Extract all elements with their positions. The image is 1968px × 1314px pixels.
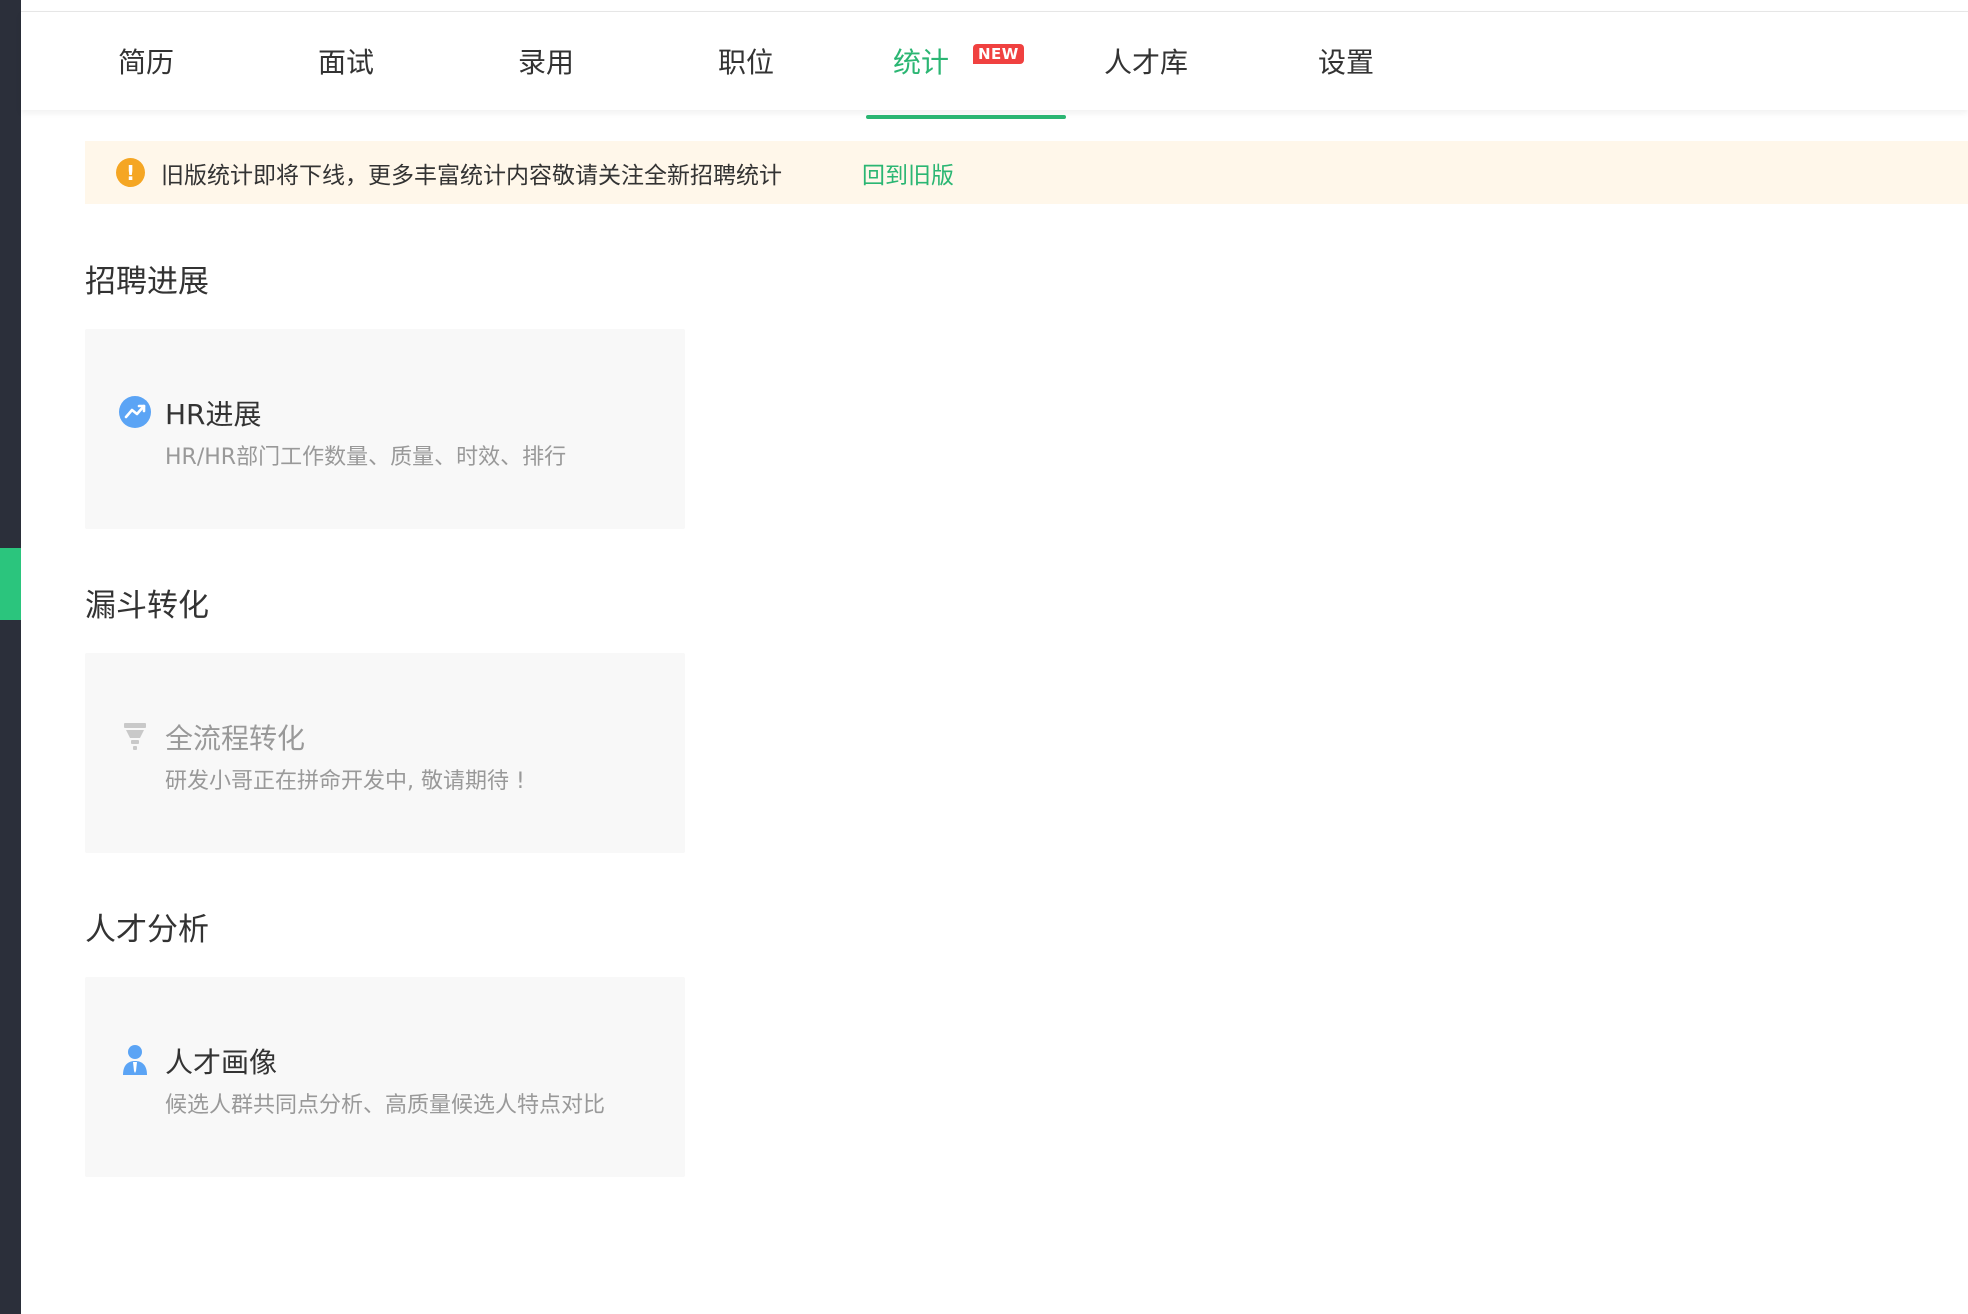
card-title: HR进展 xyxy=(165,398,262,431)
card-talent-profile[interactable]: 人才画像 候选人群共同点分析、高质量候选人特点对比 xyxy=(85,977,685,1177)
new-badge: NEW xyxy=(973,44,1024,64)
funnel-icon xyxy=(124,723,146,750)
left-rail xyxy=(0,0,21,1314)
card-desc: 研发小哥正在拼命开发中, 敬请期待 ! xyxy=(165,769,525,794)
person-icon xyxy=(123,1045,147,1075)
section-title-talent-analysis: 人才分析 xyxy=(85,912,209,948)
tab-resume[interactable]: 简历 xyxy=(118,12,174,110)
card-desc: HR/HR部门工作数量、质量、时效、排行 xyxy=(165,445,567,470)
tab-talent-pool[interactable]: 人才库 xyxy=(1104,12,1188,110)
tab-interview[interactable]: 面试 xyxy=(318,12,374,110)
tab-statistics[interactable]: 统计 xyxy=(893,12,949,110)
active-tab-underline xyxy=(866,115,1066,119)
section-title-funnel-conversion: 漏斗转化 xyxy=(85,588,209,624)
card-full-process-conversion[interactable]: 全流程转化 研发小哥正在拼命开发中, 敬请期待 ! xyxy=(85,653,685,853)
tab-hire[interactable]: 录用 xyxy=(518,12,574,110)
top-nav: 简历 面试 录用 职位 统计 NEW 人才库 设置 xyxy=(21,12,1968,119)
back-to-old-version-link[interactable]: 回到旧版 xyxy=(862,156,954,190)
tab-settings[interactable]: 设置 xyxy=(1318,12,1374,110)
card-title: 全流程转化 xyxy=(165,722,306,755)
warning-icon: ! xyxy=(116,158,145,187)
card-desc: 候选人群共同点分析、高质量候选人特点对比 xyxy=(165,1093,606,1118)
section-title-recruit-progress: 招聘进展 xyxy=(85,264,209,300)
notice-text: 旧版统计即将下线，更多丰富统计内容敬请关注全新招聘统计 xyxy=(161,162,782,189)
tab-position[interactable]: 职位 xyxy=(718,12,774,110)
card-hr-progress[interactable]: HR进展 HR/HR部门工作数量、质量、时效、排行 xyxy=(85,329,685,529)
left-rail-active-indicator xyxy=(0,548,21,620)
notice-banner: ! 旧版统计即将下线，更多丰富统计内容敬请关注全新招聘统计 回到旧版 xyxy=(85,141,1968,204)
trend-icon xyxy=(119,396,151,428)
card-title: 人才画像 xyxy=(165,1046,278,1079)
